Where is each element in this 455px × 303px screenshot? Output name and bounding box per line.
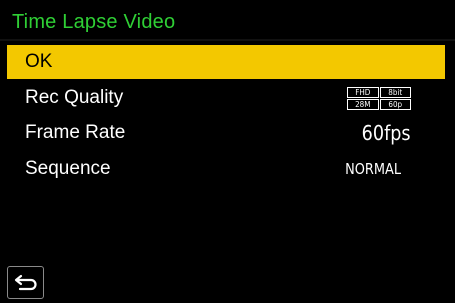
rec-quality-bit-depth: 8bit <box>379 87 411 98</box>
menu-item-frame-rate[interactable]: Frame Rate 60fps <box>7 116 445 150</box>
menu-item-sequence[interactable]: Sequence NORMAL <box>7 152 445 186</box>
rec-quality-bitrate: 28M <box>347 99 379 110</box>
back-button[interactable] <box>7 266 44 299</box>
return-arrow-icon <box>14 274 37 290</box>
menu-item-rec-quality[interactable]: Rec Quality FHD 8bit 28M 60p <box>7 81 445 115</box>
screen-title: Time Lapse Video <box>12 11 176 33</box>
title-divider <box>0 39 455 41</box>
menu-item-label: Rec Quality <box>25 87 124 108</box>
menu-item-ok[interactable]: OK <box>7 45 445 79</box>
rec-quality-frame-rate: 60p <box>379 99 411 110</box>
sequence-value: NORMAL <box>345 160 401 178</box>
rec-quality-resolution: FHD <box>347 87 379 98</box>
frame-rate-value: 60fps <box>362 121 411 145</box>
rec-quality-icon: FHD 8bit 28M 60p <box>347 87 411 110</box>
menu-item-label: Sequence <box>25 158 111 179</box>
menu-item-label: OK <box>25 51 53 72</box>
menu-item-label: Frame Rate <box>25 122 126 143</box>
